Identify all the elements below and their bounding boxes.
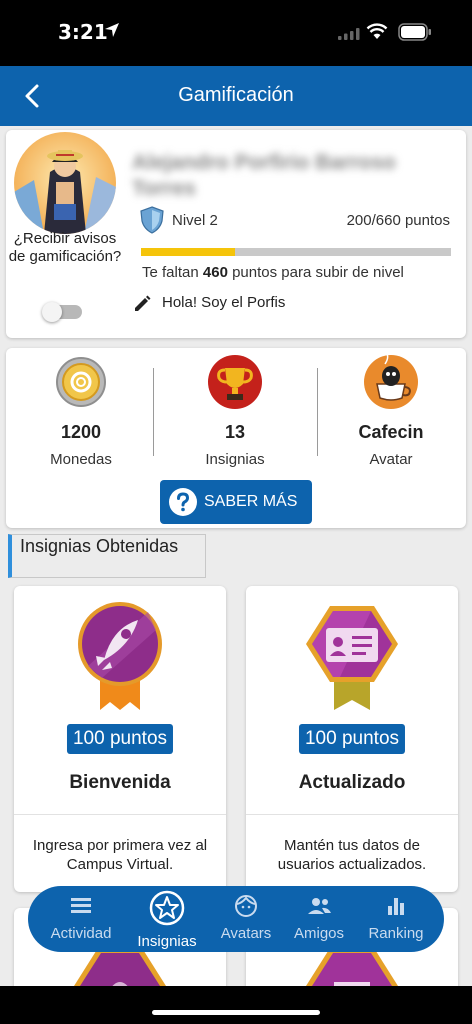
bar-chart-icon <box>388 898 404 915</box>
home-indicator-area <box>0 986 472 1024</box>
toggle-knob <box>42 302 62 322</box>
level-progress-fill <box>141 248 235 256</box>
page-title: Gamificación <box>178 84 294 106</box>
status-time: 3:21 <box>58 20 108 44</box>
badge-card[interactable]: 100 puntos Bienvenida Ingresa por primer… <box>14 586 226 892</box>
nav-label: Amigos <box>293 925 345 942</box>
battery-icon <box>398 23 431 41</box>
people-icon <box>308 898 331 914</box>
level-progress-bar <box>141 248 451 256</box>
bottom-navigation: Actividad Insignias Avatars Amigos Ranki… <box>28 886 444 952</box>
nav-item-friends[interactable]: Amigos <box>286 894 352 942</box>
help-circle-icon <box>169 488 197 516</box>
badge-points: 100 puntos <box>298 724 406 754</box>
coins-label: Monedas <box>50 451 112 468</box>
shield-icon <box>140 206 164 234</box>
stat-coins: 1200 Monedas <box>8 354 154 468</box>
learn-more-button[interactable]: SABER MÁS <box>160 480 312 524</box>
avatar-value: Cafecin <box>358 422 424 442</box>
badge-card[interactable]: 100 puntos Actualizado Mantén tus datos … <box>246 586 458 892</box>
stat-divider <box>153 368 154 456</box>
id-card-badge-icon <box>306 606 398 710</box>
coin-icon <box>56 357 106 407</box>
rocket-badge-icon <box>78 602 162 710</box>
stat-badges: 13 Insignias <box>162 354 308 468</box>
status-bar: 3:21 <box>0 0 472 66</box>
badge-description: Mantén tus datos de usuarios actualizado… <box>277 837 427 873</box>
remaining-suffix: puntos para subir de nivel <box>232 264 404 281</box>
nav-label: Actividad <box>50 925 112 942</box>
nav-label: Avatars <box>220 925 272 942</box>
badges-value: 13 <box>224 422 246 442</box>
status-message: Hola! Soy el Porfis <box>162 294 286 311</box>
trophy-icon <box>208 355 262 409</box>
avatar <box>14 132 116 234</box>
stats-card: 1200 Monedas 13 Insignias Cafecin Avatar <box>6 348 466 528</box>
star-badge-icon <box>149 890 185 926</box>
coffee-avatar-icon <box>364 354 418 409</box>
learn-more-label: SABER MÁS <box>204 493 298 510</box>
section-title: Insignias Obtenidas <box>8 534 206 578</box>
nav-label: Insignias <box>137 933 197 950</box>
user-name: Alejandro Porfirio Barroso Torres <box>132 151 396 200</box>
wifi-icon <box>366 23 388 39</box>
avatar-label: Avatar <box>369 451 413 468</box>
profile-card: ¿Recibir avisos de gamificación? Alejand… <box>6 130 466 338</box>
badge-name: Bienvenida <box>69 772 171 793</box>
nav-item-ranking[interactable]: Ranking <box>362 894 430 942</box>
badge-name: Actualizado <box>298 772 406 793</box>
badge-description: Ingresa por primera vez al Campus Virtua… <box>32 837 208 873</box>
home-indicator[interactable] <box>152 1010 320 1015</box>
coins-value: 1200 <box>60 422 102 442</box>
nav-item-badges[interactable]: Insignias <box>128 890 206 950</box>
app-bar: Gamificación <box>0 66 472 126</box>
badge-divider <box>246 814 458 815</box>
points-label: 200/660 puntos <box>346 212 450 229</box>
remaining-prefix: Te faltan <box>142 264 199 281</box>
badge-points: 100 puntos <box>66 724 174 754</box>
list-icon <box>71 898 91 913</box>
points-remaining-text: Te faltan 460 puntos para subir de nivel <box>142 264 404 281</box>
nav-item-avatars[interactable]: Avatars <box>214 894 278 942</box>
cellular-signal-icon <box>338 28 360 40</box>
badges-label: Insignias <box>205 451 265 468</box>
pencil-icon[interactable] <box>132 294 152 314</box>
location-arrow-icon <box>105 23 119 37</box>
nav-label: Ranking <box>368 925 424 942</box>
nav-item-activity[interactable]: Actividad <box>44 894 118 942</box>
level-label: Nivel 2 <box>172 212 218 229</box>
face-icon <box>235 895 257 917</box>
notify-toggle[interactable] <box>42 302 84 322</box>
remaining-value: 460 <box>202 264 228 281</box>
notify-label: ¿Recibir avisos de gamificación? <box>8 230 122 265</box>
user-avatar-image <box>14 132 116 234</box>
stat-avatar: Cafecin Avatar <box>318 354 464 468</box>
badge-divider <box>14 814 226 815</box>
